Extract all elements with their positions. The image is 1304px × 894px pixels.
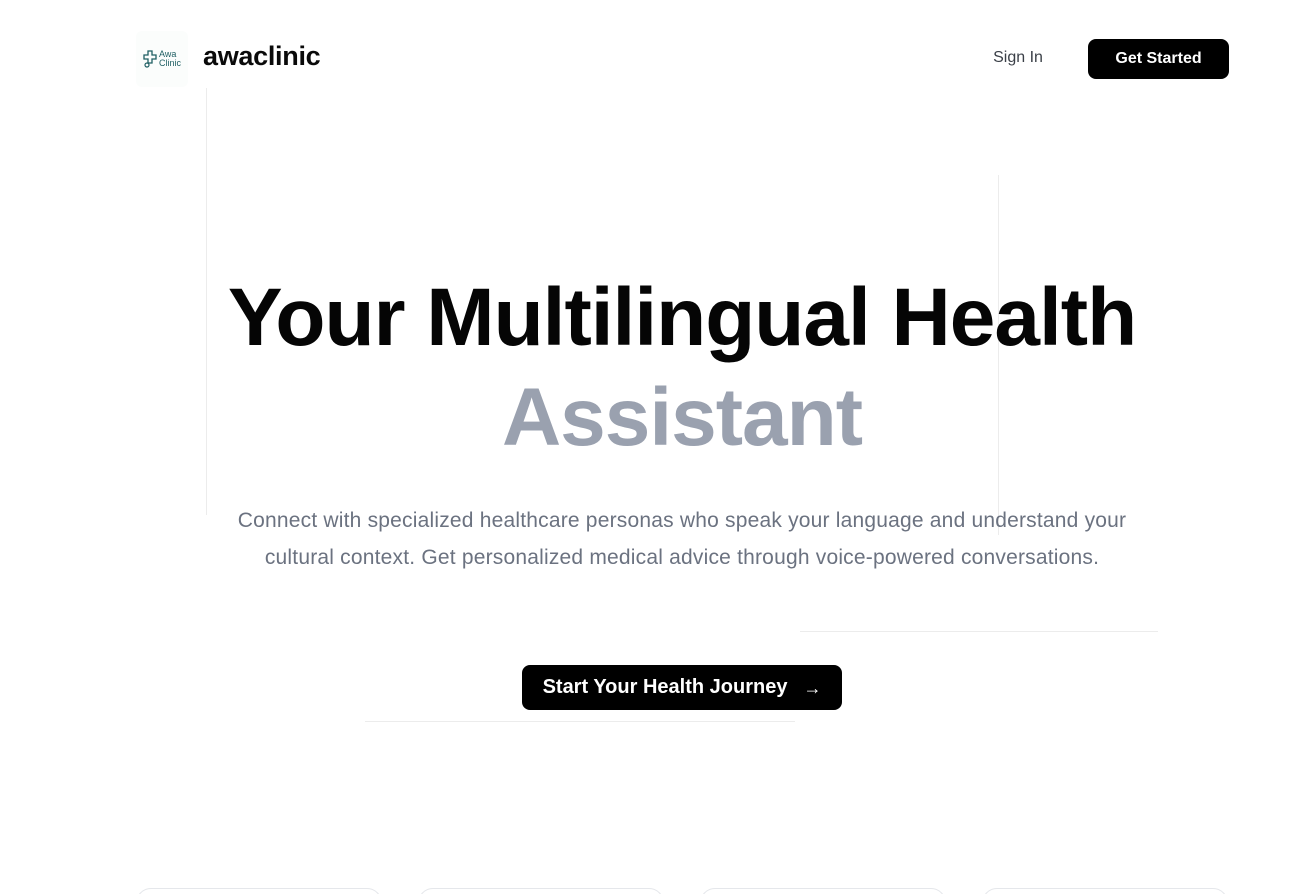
- decorative-line: [365, 721, 795, 722]
- feature-card[interactable]: [700, 888, 946, 894]
- logo[interactable]: Awa Clinic: [136, 31, 188, 87]
- medical-cross-icon: [143, 50, 157, 68]
- arrow-right-icon: →: [803, 677, 822, 698]
- sign-in-link[interactable]: Sign In: [980, 44, 1056, 72]
- feature-card[interactable]: [136, 888, 382, 894]
- site-header: Awa Clinic awaclinic Sign In Get Started: [0, 0, 1304, 116]
- hero-title: Your Multilingual Health Assistant: [0, 268, 1304, 468]
- hero-subtitle: Connect with specialized healthcare pers…: [237, 509, 1127, 569]
- landing-page: Awa Clinic awaclinic Sign In Get Started…: [0, 0, 1304, 894]
- get-started-button[interactable]: Get Started: [1088, 39, 1229, 79]
- feature-card[interactable]: [982, 888, 1228, 894]
- brand-name[interactable]: awaclinic: [203, 41, 321, 72]
- hero-title-line1: Your Multilingual Health: [227, 272, 1137, 363]
- feature-card[interactable]: [418, 888, 664, 894]
- decorative-line: [800, 631, 1158, 632]
- start-journey-label: Start Your Health Journey: [542, 676, 788, 698]
- logo-mark: Awa Clinic: [143, 50, 181, 68]
- start-journey-button[interactable]: Start Your Health Journey →: [522, 665, 842, 710]
- hero-title-line2: Assistant: [501, 372, 863, 463]
- logo-text-line2: Clinic: [158, 58, 181, 68]
